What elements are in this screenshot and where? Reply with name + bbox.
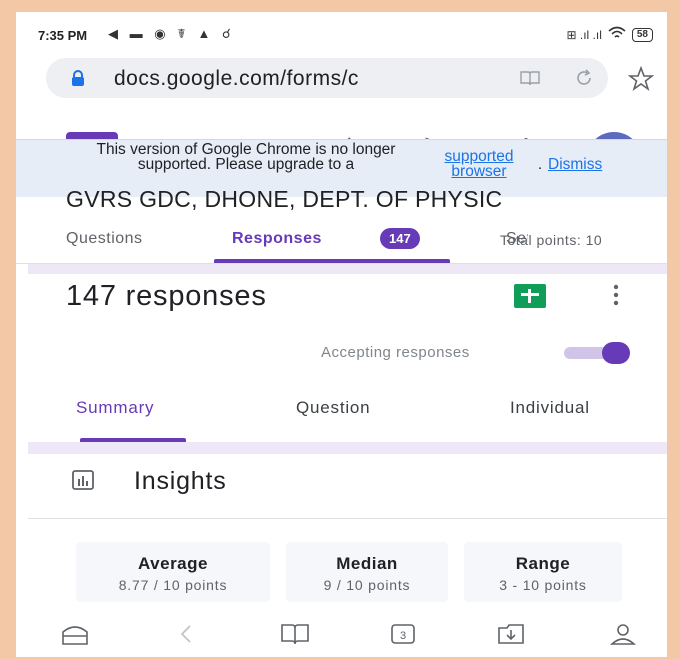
url-text[interactable]: docs.google.com/forms/c <box>114 67 359 91</box>
reload-icon[interactable] <box>574 68 594 88</box>
responses-count-badge: 147 <box>380 228 420 249</box>
accepting-responses-label: Accepting responses <box>321 344 470 361</box>
battery-icon: 58 <box>631 27 653 42</box>
sheets-icon[interactable] <box>514 284 546 308</box>
banner-separator: . <box>538 156 543 173</box>
stat-value: 3 - 10 points <box>499 577 587 593</box>
downloads-icon[interactable] <box>496 622 526 646</box>
tab-responses[interactable]: Responses <box>232 230 322 248</box>
active-tab-indicator <box>214 259 450 263</box>
bookmark-star-icon[interactable] <box>628 66 654 92</box>
status-time: 7:35 PM <box>38 28 88 43</box>
status-bar: 7:35 PM ◀ ▬ ◉ ☤ ▲ ☌ ⊞ .ıl .ıl 58 <box>16 12 667 54</box>
tab-questions[interactable]: Questions <box>66 230 143 248</box>
tab-individual[interactable]: Individual <box>510 398 590 418</box>
tab-question[interactable]: Question <box>296 398 370 418</box>
responses-count-title: 147 responses <box>66 280 267 312</box>
phone-screen: 7:35 PM ◀ ▬ ◉ ☤ ▲ ☌ ⊞ .ıl .ıl 58 docs.go… <box>16 12 667 657</box>
home-icon[interactable] <box>60 622 90 646</box>
insights-title: Insights <box>134 467 227 495</box>
section-background <box>28 442 667 454</box>
banner-message: This version of Google Chrome is no long… <box>96 141 396 173</box>
dismiss-link[interactable]: Dismiss <box>548 156 602 174</box>
notification-icons: ◀ ▬ ◉ ☤ ▲ ☌ <box>108 26 235 41</box>
section-background <box>28 264 667 274</box>
median-stat-card: Median 9 / 10 points <box>286 542 448 602</box>
stat-value: 8.77 / 10 points <box>118 577 228 593</box>
profile-icon[interactable] <box>608 622 638 646</box>
form-tabs: Questions Responses 147 Settings Total p… <box>16 218 667 264</box>
tabs-icon[interactable]: 3 <box>388 622 418 646</box>
system-icons: ⊞ .ıl .ıl 58 <box>566 26 653 43</box>
form-title: GVRS GDC, DHONE, DEPT. OF PHYSIC <box>66 186 503 212</box>
svg-text:3: 3 <box>400 630 406 642</box>
stat-value: 9 / 10 points <box>323 577 411 593</box>
back-icon[interactable] <box>172 622 202 646</box>
browser-bottom-nav: 3 <box>16 612 667 657</box>
toggle-knob <box>602 342 630 364</box>
insights-chart-icon <box>72 470 94 490</box>
average-stat-card: Average 8.77 / 10 points <box>76 542 270 602</box>
signal-icon: ⊞ .ıl .ıl <box>566 27 602 42</box>
stat-label: Median <box>336 554 398 573</box>
range-stat-card: Range 3 - 10 points <box>464 542 622 602</box>
more-options-icon[interactable] <box>612 284 620 306</box>
response-view-tabs: Summary Question Individual <box>16 394 667 442</box>
divider <box>28 518 667 519</box>
tab-summary[interactable]: Summary <box>76 398 154 418</box>
stat-label: Average <box>138 554 208 573</box>
total-points: Total points: 10 <box>500 232 603 248</box>
bookmarks-icon[interactable] <box>280 622 310 646</box>
address-bar[interactable]: docs.google.com/forms/c <box>46 58 608 98</box>
wifi-icon <box>608 26 626 43</box>
accepting-responses-toggle[interactable] <box>564 342 630 364</box>
lock-icon[interactable] <box>70 70 86 86</box>
reader-mode-icon[interactable] <box>520 70 540 86</box>
supported-browser-link[interactable]: supported browser <box>424 149 534 180</box>
stat-label: Range <box>515 554 571 573</box>
